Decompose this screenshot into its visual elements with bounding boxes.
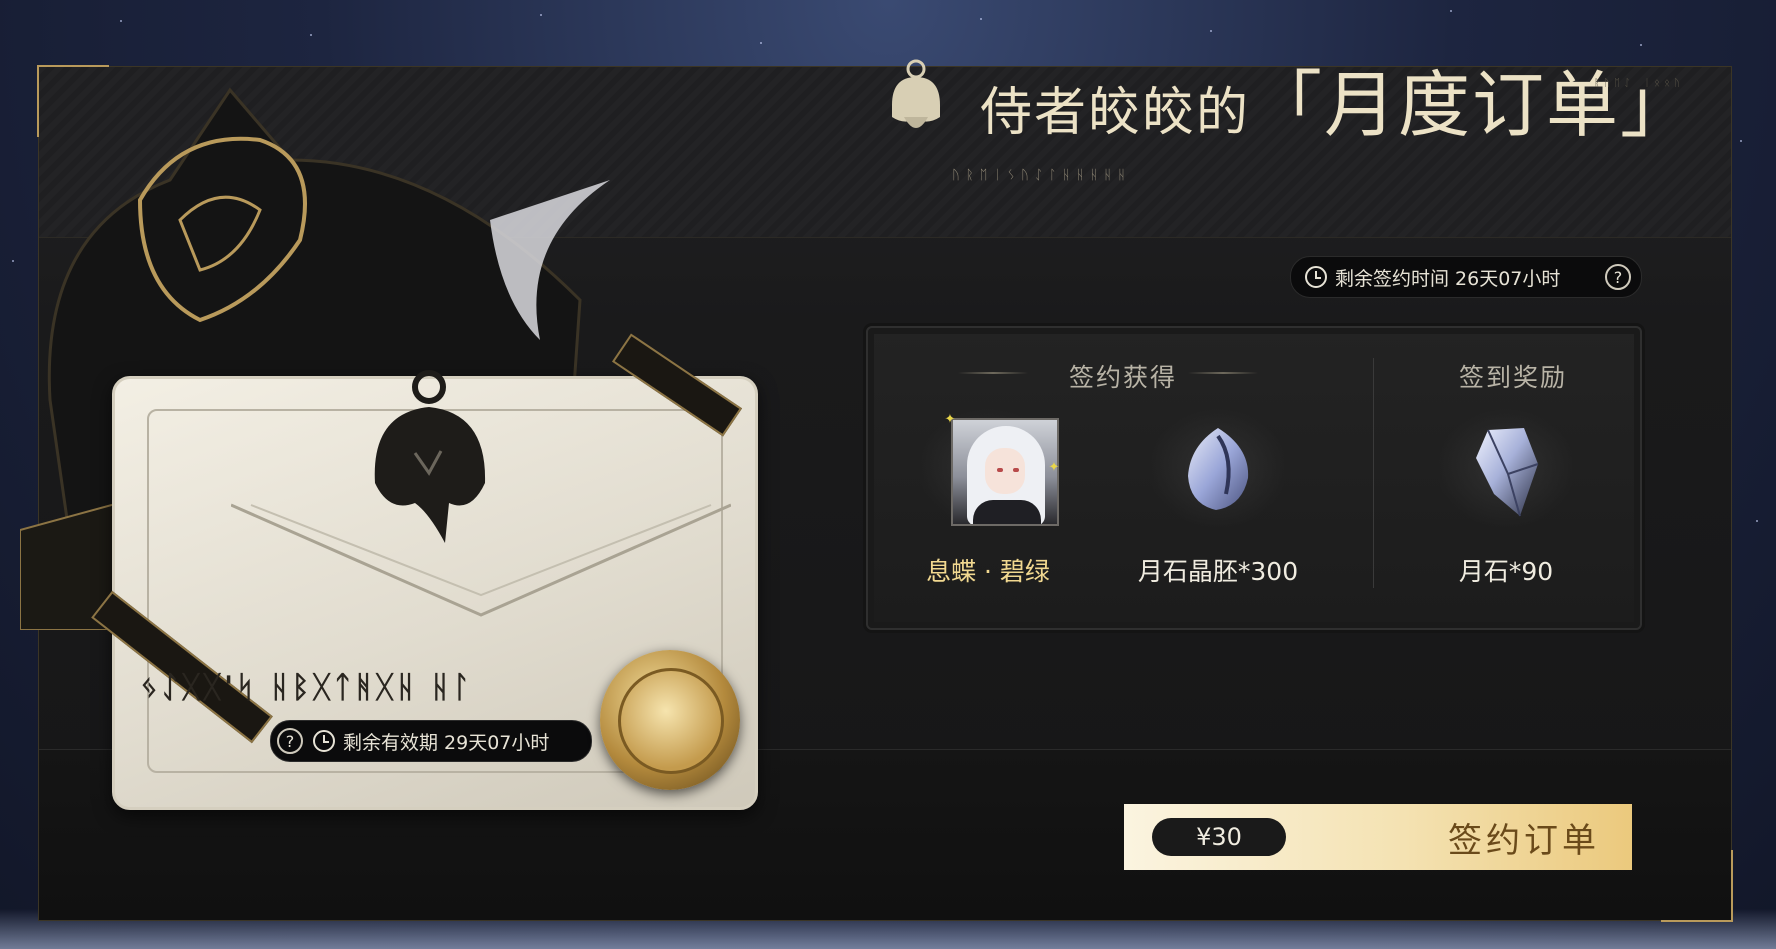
avatar-eye (997, 468, 1003, 472)
valid-remaining-text: 剩余有效期 29天07小时 (343, 731, 550, 754)
item-background (1436, 408, 1576, 528)
rewards-box: 签约获得 签到奖励 ✦ ✦ 息蝶 · 碧绿 月石晶胚*300 月石*90 (866, 326, 1642, 630)
title-area: 侍者皎皎的 「月度订单」 (882, 28, 1694, 168)
avatar-eye (1013, 468, 1019, 472)
price-tag: ¥30 (1152, 818, 1286, 856)
rune-corner-text: ᚱᚢᛖᛇ ᛁᛟᛟᚢ (1593, 78, 1684, 89)
character-avatar (951, 418, 1059, 526)
reward-item-name: 月石*90 (1458, 557, 1554, 586)
title-prefix: 侍者皎皎的 (979, 82, 1250, 143)
reward-item-name: 息蝶 · 碧绿 (926, 557, 1050, 586)
clock-icon (1305, 266, 1327, 288)
rune-subtitle: ᚢᚱᛖᛁᛊᚢᛇᛚᚺᚺᚺᚺᚺ (952, 168, 1132, 183)
reward-item-character[interactable]: ✦ ✦ 息蝶 · 碧绿 (898, 408, 1078, 588)
sign-remaining-text: 剩余签约时间 26天07小时 (1335, 267, 1561, 290)
sign-remaining-timer: 剩余签约时间 26天07小时 ? (1290, 256, 1642, 298)
clock-icon (313, 730, 335, 752)
butterfly-icon: ✦ (1048, 460, 1060, 475)
card-rune-title: ᛃᛇᚷᚷ'ᛋ ᚺᛒᚷᛏᚻᚷᚺ ᚺᛚ (140, 670, 474, 705)
avatar-body (973, 500, 1041, 524)
help-button[interactable]: ? (277, 728, 303, 754)
checkin-rewards-title: 签到奖励 (1458, 363, 1567, 392)
reward-item-moonstone-embryo[interactable]: 月石晶胚*300 (1128, 408, 1308, 588)
corner-ornament-bottom-right (1661, 850, 1733, 922)
sign-order-label: 签约订单 (1448, 820, 1600, 861)
reward-item-moonstone[interactable]: 月石*90 (1416, 408, 1596, 588)
moonstone-icon (1476, 428, 1539, 517)
wax-seal-icon (600, 650, 740, 790)
maid-silhouette-icon (891, 59, 940, 128)
maid-silhouette-emblem-icon (374, 370, 486, 543)
help-button[interactable]: ? (1605, 264, 1631, 290)
item-background (1148, 408, 1288, 528)
valid-remaining-timer: ? 剩余有效期 29天07小时 (270, 720, 592, 762)
sign-order-button[interactable]: ¥30 签约订单 (1124, 804, 1632, 870)
seal-inner (618, 668, 724, 774)
item-background: ✦ ✦ (918, 408, 1060, 528)
page-title: 侍者皎皎的 「月度订单」 (980, 46, 1694, 151)
reward-item-name: 月石晶胚*300 (1137, 557, 1299, 586)
butterfly-icon: ✦ (944, 412, 956, 427)
sign-rewards-title: 签约获得 (1068, 363, 1177, 392)
title-main: 「月度订单」 (1249, 62, 1694, 147)
moonstone-embryo-icon (1188, 428, 1249, 510)
section-divider (1373, 358, 1374, 588)
avatar-face (985, 448, 1025, 494)
